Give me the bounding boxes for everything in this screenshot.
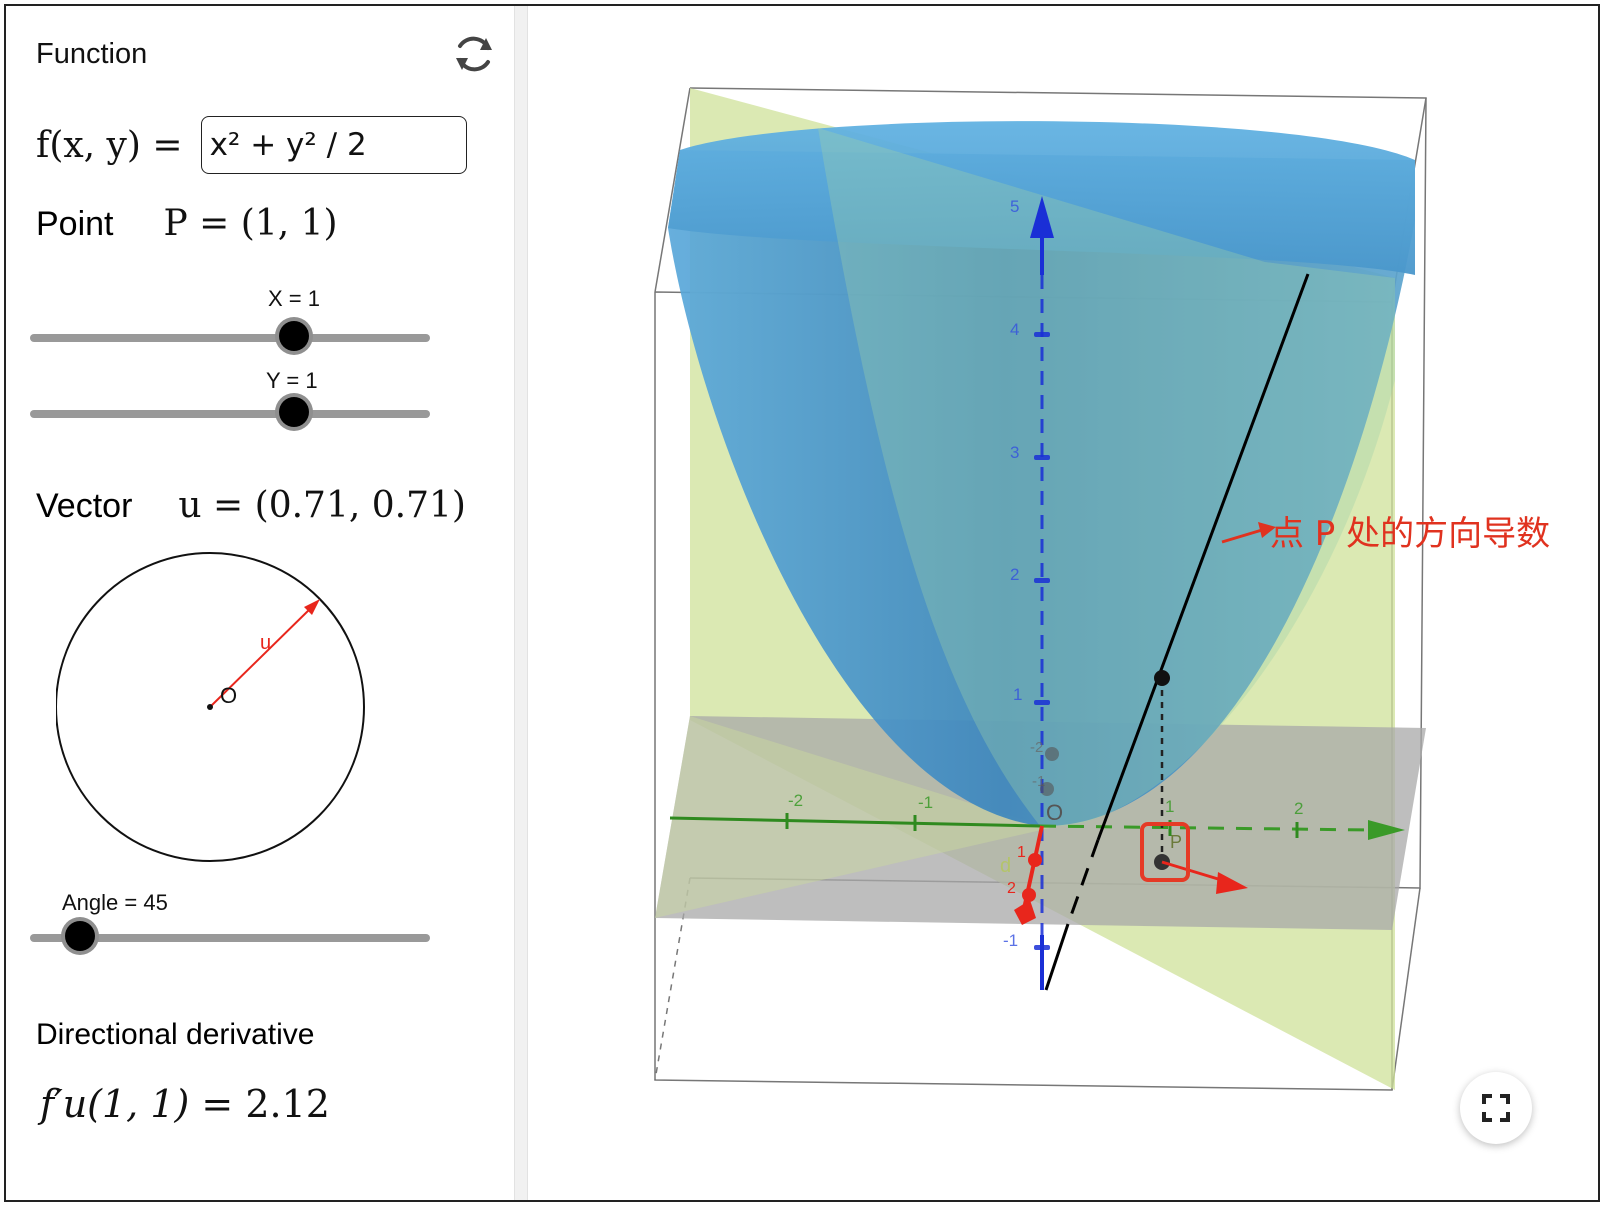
z-tick-2: 2	[1010, 565, 1019, 584]
point-label: Point	[36, 205, 114, 243]
x-slider-track[interactable]	[30, 334, 430, 342]
function-row: f(x, y) =	[36, 114, 467, 176]
vector-u-label: u	[260, 632, 271, 654]
fullscreen-button[interactable]	[1460, 1072, 1532, 1144]
angle-slider[interactable]	[30, 918, 430, 958]
faint-point-2	[1040, 782, 1054, 796]
z-tick-neg1: -1	[1003, 931, 1018, 950]
y-slider-thumb[interactable]	[279, 397, 309, 427]
vector-row: Vector u = (0.71, 0.71)	[36, 484, 466, 526]
x-slider-label: X = 1	[268, 286, 320, 311]
x-slider-thumb[interactable]	[279, 321, 309, 351]
angle-slider-label: Angle = 45	[62, 890, 168, 915]
reset-icon[interactable]	[450, 30, 498, 78]
algebra-panel: Function f(x, y) = Point P = (1, 1) X = …	[6, 6, 514, 1200]
function-label: f(x, y) =	[36, 124, 183, 166]
y-slider-label: Y = 1	[266, 368, 318, 393]
origin-label: O	[220, 683, 237, 708]
surface-point[interactable]	[1154, 670, 1170, 686]
x-slider[interactable]	[30, 318, 430, 358]
angle-slider-thumb[interactable]	[65, 921, 95, 951]
annotation-label: 点 P 处的方向导数	[1270, 514, 1551, 554]
z-tick-4: 4	[1010, 320, 1019, 339]
y-slider[interactable]	[30, 394, 430, 434]
y-slider-track[interactable]	[30, 410, 430, 418]
z-tick-5: 5	[1010, 197, 1019, 216]
x-tick-2: 2	[1007, 880, 1016, 897]
vector-value: u = (0.71, 0.71)	[178, 485, 466, 526]
directional-derivative-title: Directional derivative	[36, 1018, 315, 1051]
graphics-3d-view[interactable]: 5 4 3 2 1 -1 -2 -1 1 2 1 2 -2 -1 O d P	[528, 6, 1598, 1200]
function-input[interactable]	[200, 116, 467, 174]
origin-label-3d: O	[1046, 800, 1063, 825]
vector-label: Vector	[36, 487, 133, 525]
x-tick-1: 1	[1017, 844, 1026, 861]
y-tick-neg1: -1	[918, 793, 933, 812]
function-title: Function	[36, 38, 148, 70]
y-tick-2: 2	[1294, 799, 1303, 818]
unit-circle-view: O u	[56, 552, 365, 862]
panel-divider[interactable]	[514, 6, 528, 1200]
point-p-label: P	[1170, 832, 1182, 852]
y-tick-1: 1	[1165, 797, 1174, 816]
fullscreen-icon	[1482, 1094, 1510, 1122]
derivative-value: 2.12	[245, 1082, 330, 1126]
z-tick-1: 1	[1013, 685, 1022, 704]
svg-text:-2: -2	[1030, 739, 1043, 756]
faint-point-1	[1045, 747, 1059, 761]
y-tick-neg2: -2	[788, 791, 803, 810]
line-d-label: d	[1000, 855, 1011, 877]
derivative-lhs: f′u(1, 1) =	[40, 1082, 246, 1126]
z-tick-3: 3	[1010, 443, 1019, 462]
point-value: P = (1, 1)	[163, 203, 338, 244]
directional-derivative-formula: f′u(1, 1) = 2.12	[40, 1082, 330, 1126]
origin-dot	[207, 704, 213, 710]
point-row: Point P = (1, 1)	[36, 202, 338, 244]
